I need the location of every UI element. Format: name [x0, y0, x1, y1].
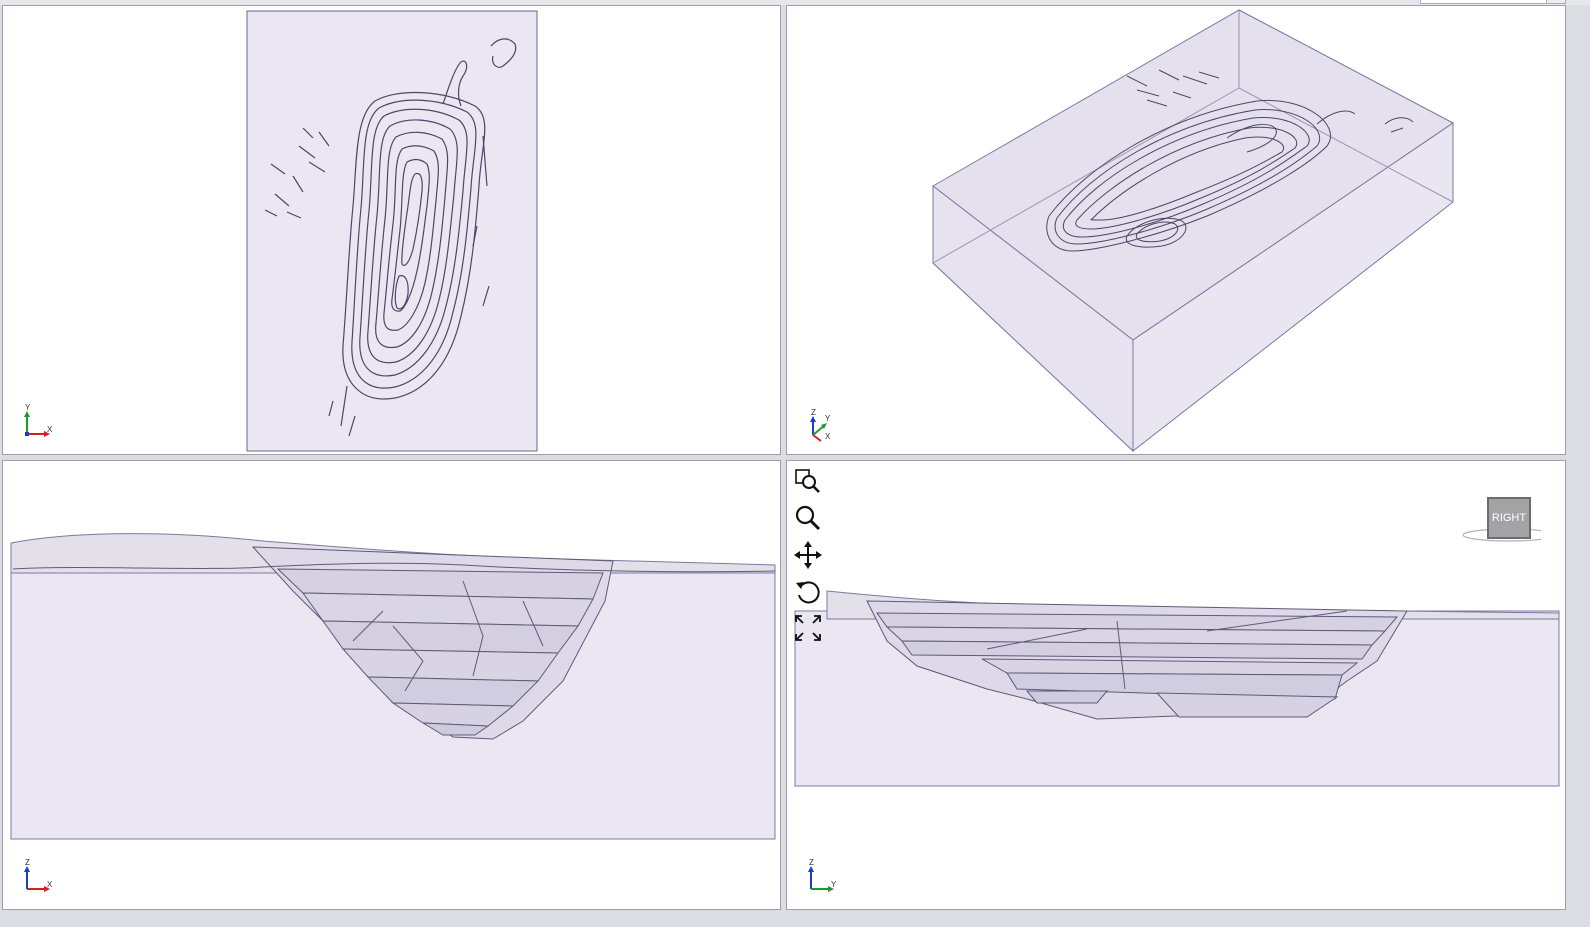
axis-label-y: Y — [831, 880, 837, 889]
top-view-viewport[interactable]: Y X — [2, 5, 781, 455]
perspective-viewport[interactable]: Z Y X — [786, 5, 1566, 455]
side-view-axis-triad: Z Y — [803, 859, 843, 899]
zoom-window-button[interactable] — [793, 467, 823, 497]
perspective-axis-triad: Z Y X — [803, 409, 843, 449]
zoom-button[interactable] — [793, 503, 823, 533]
axis-label-z: Z — [811, 408, 816, 417]
pan-icon — [794, 541, 822, 569]
zoom-icon — [795, 505, 821, 531]
axis-label-x: X — [47, 880, 53, 889]
view-cube-face[interactable]: RIGHT — [1487, 497, 1531, 539]
front-view-viewport[interactable]: Z X — [2, 460, 781, 910]
top-dropdown-button[interactable] — [1546, 0, 1566, 4]
top-search-field[interactable] — [1420, 0, 1547, 4]
front-view-canvas — [10, 533, 776, 840]
axis-label-y: Y — [25, 403, 31, 412]
fit-all-icon — [795, 615, 821, 641]
model-box — [932, 9, 1454, 453]
side-view-canvas — [794, 590, 1560, 787]
pan-button[interactable] — [793, 540, 823, 570]
axis-label-z: Z — [25, 858, 30, 867]
axis-label-y: Y — [825, 414, 831, 423]
rotate-button[interactable] — [793, 577, 823, 607]
axis-label-x: X — [825, 432, 831, 441]
top-view-axis-triad: Y X — [19, 404, 59, 444]
view-cube[interactable]: RIGHT — [1461, 497, 1541, 557]
front-view-axis-triad: Z X — [19, 859, 59, 899]
fit-all-button[interactable] — [793, 613, 823, 643]
axis-label-z: Z — [809, 858, 814, 867]
zoom-window-icon — [795, 469, 820, 493]
side-view-viewport[interactable]: RIGHT Z Y — [786, 460, 1566, 910]
top-view-canvas — [246, 10, 538, 452]
perspective-canvas — [932, 9, 1454, 453]
axis-label-x: X — [47, 425, 53, 434]
rotate-icon — [796, 581, 820, 604]
